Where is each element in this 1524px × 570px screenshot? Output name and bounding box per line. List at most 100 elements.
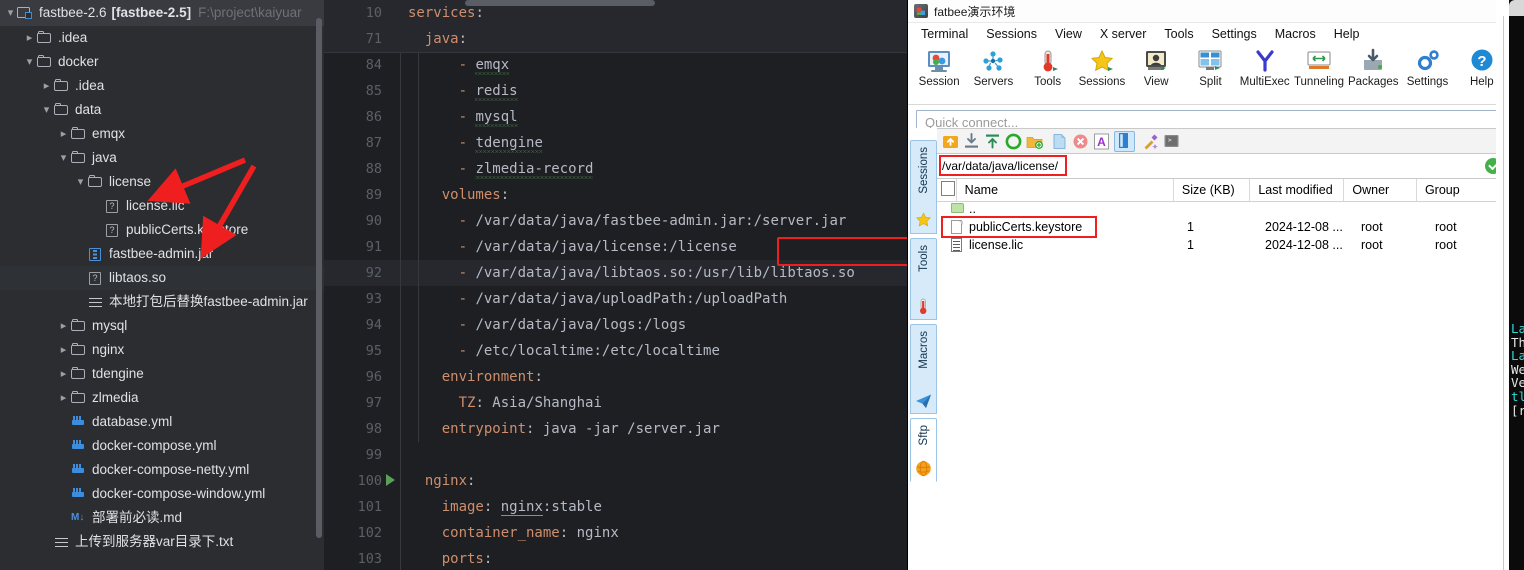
tree-item-md[interactable]: 部署前必读.md xyxy=(0,506,324,530)
file-row[interactable]: publicCerts.keystore 1 2024-12-08 ... root r… xyxy=(937,216,1510,238)
side-tab-sftp[interactable]: Sftp xyxy=(910,418,937,482)
tree-item-tdengine[interactable]: tdengine xyxy=(0,362,324,386)
file-list-rows[interactable]: .. publicCerts.keystore 1 2024-12-08 ... roo… xyxy=(937,202,1510,254)
code-editor[interactable]: 10 services: 71 java: 84 - emqx 85 - redis 8… xyxy=(324,0,907,570)
toolbar-button-view[interactable]: View xyxy=(1129,48,1183,88)
toolbar-button-packages[interactable]: Packages xyxy=(1346,48,1400,88)
code-line-86[interactable]: 86 - mysql xyxy=(324,104,907,130)
menu-item-terminal[interactable]: Terminal xyxy=(912,25,977,43)
code-line-88[interactable]: 88 - zlmedia-record xyxy=(324,156,907,182)
tree-item-var-txt[interactable]: 上传到服务器var目录下.txt xyxy=(0,530,324,554)
code-line-95[interactable]: 95 - /etc/localtime:/etc/localtime xyxy=(324,338,907,364)
menu-item-tools[interactable]: Tools xyxy=(1155,25,1202,43)
code-line-97[interactable]: 97 TZ: Asia/Shanghai xyxy=(324,390,907,416)
chevron-down-icon[interactable] xyxy=(74,170,87,194)
new-folder-icon[interactable] xyxy=(1026,133,1043,150)
refresh-icon[interactable] xyxy=(1005,133,1022,150)
tree-item-nginx[interactable]: nginx xyxy=(0,338,324,362)
code-line-84[interactable]: 84 - emqx xyxy=(324,52,907,78)
code-line-102[interactable]: 102 container_name: nginx xyxy=(324,520,907,546)
toolbar-button-tools[interactable]: Tools xyxy=(1021,48,1075,88)
sftp-toolbar[interactable]: A > xyxy=(937,128,1510,154)
tree-item-fastbee-admin-jar[interactable]: fastbee-admin.jar xyxy=(0,242,324,266)
sort-indicator-icon[interactable] xyxy=(937,179,957,201)
code-line-103[interactable]: 103 ports: xyxy=(324,546,907,570)
side-tab-strip[interactable]: « SessionsToolsMacrosSftp xyxy=(908,128,938,570)
sftp-file-browser[interactable]: A > /var/data/java/license/ Name Size (KB… xyxy=(937,128,1510,570)
new-file-icon[interactable] xyxy=(1051,133,1068,150)
project-tree-panel[interactable]: fastbee-2.6 [fastbee-2.5] F:\project\kai… xyxy=(0,0,324,570)
file-list-header[interactable]: Name Size (KB) Last modified Owner Group xyxy=(937,179,1510,202)
code-line-89[interactable]: 89 volumes: xyxy=(324,182,907,208)
tree-item-zlmedia[interactable]: zlmedia xyxy=(0,386,324,410)
toolbar-button-sessions[interactable]: Sessions xyxy=(1075,48,1129,88)
chevron-right-icon[interactable] xyxy=(57,314,70,338)
code-line-93[interactable]: 93 - /var/data/java/uploadPath:/uploadPa… xyxy=(324,286,907,312)
permissions-icon[interactable] xyxy=(1142,133,1159,150)
column-header-owner[interactable]: Owner xyxy=(1344,179,1417,201)
mobaxterm-window[interactable]: fatbee演示环境 Terminal Sessions View X server T… xyxy=(907,0,1510,570)
main-toolbar[interactable]: Session Servers Tools Sessions View Split Mult… xyxy=(908,45,1510,105)
toolbar-button-servers[interactable]: Servers xyxy=(966,48,1020,88)
editor-horizontal-scrollbar[interactable] xyxy=(465,0,655,6)
tree-item-license-lic[interactable]: license.lic xyxy=(0,194,324,218)
code-line-94[interactable]: 94 - /var/data/java/logs:/logs xyxy=(324,312,907,338)
menu-item-sessions[interactable]: Sessions xyxy=(977,25,1046,43)
tree-item-mysql[interactable]: mysql xyxy=(0,314,324,338)
tree-item-emqx[interactable]: emqx xyxy=(0,122,324,146)
code-lines[interactable]: 84 - emqx 85 - redis 86 - mysql 87 - tdengi… xyxy=(324,52,907,570)
chevron-down-icon[interactable] xyxy=(57,146,70,170)
terminal-pane[interactable] xyxy=(1509,0,1524,570)
tree-item-docker-compose-window-yml[interactable]: docker-compose-window.yml xyxy=(0,482,324,506)
menu-item-settings[interactable]: Settings xyxy=(1203,25,1266,43)
tree-item-license[interactable]: license xyxy=(0,170,324,194)
toolbar-button-multiexec[interactable]: MultiExec xyxy=(1238,48,1292,88)
upload-icon[interactable] xyxy=(984,133,1001,150)
file-row[interactable]: .. xyxy=(937,202,1510,216)
tree-item-data[interactable]: data xyxy=(0,98,324,122)
code-line-96[interactable]: 96 environment: xyxy=(324,364,907,390)
code-line-101[interactable]: 101 image: nginx:stable xyxy=(324,494,907,520)
tree-vertical-scrollbar[interactable] xyxy=(316,18,322,538)
file-name-cell[interactable]: license.lic xyxy=(937,236,1179,254)
chevron-right-icon[interactable] xyxy=(23,26,36,50)
terminal-icon[interactable]: > xyxy=(1163,133,1180,150)
toolbar-button-split[interactable]: Split xyxy=(1183,48,1237,88)
chevron-right-icon[interactable] xyxy=(57,362,70,386)
binary-mode-icon[interactable] xyxy=(1114,130,1135,152)
chevron-right-icon[interactable] xyxy=(57,338,70,362)
remote-path-bar[interactable]: /var/data/java/license/ xyxy=(937,154,1510,179)
column-header-name[interactable]: Name xyxy=(957,179,1174,201)
tree-item-list[interactable]: .idea docker .idea data emqx java license licen… xyxy=(0,26,324,554)
menu-item-macros[interactable]: Macros xyxy=(1266,25,1325,43)
terminal-tab[interactable] xyxy=(1509,0,1524,16)
code-line-87[interactable]: 87 - tdengine xyxy=(324,130,907,156)
column-header-size[interactable]: Size (KB) xyxy=(1174,179,1251,201)
code-line-100[interactable]: 100 nginx: xyxy=(324,468,907,494)
tree-item-idea[interactable]: .idea xyxy=(0,74,324,98)
code-line-90[interactable]: 90 - /var/data/java/fastbee-admin.jar:/s… xyxy=(324,208,907,234)
tree-item-publiccerts-keystore[interactable]: publicCerts.keystore xyxy=(0,218,324,242)
side-tab-macros[interactable]: Macros xyxy=(910,324,937,414)
tree-item-docker-compose-netty-yml[interactable]: docker-compose-netty.yml xyxy=(0,458,324,482)
delete-icon[interactable] xyxy=(1072,133,1089,150)
tree-item-docker-compose-yml[interactable]: docker-compose.yml xyxy=(0,434,324,458)
toolbar-button-tunneling[interactable]: Tunneling xyxy=(1292,48,1346,88)
chevron-down-icon[interactable] xyxy=(40,98,53,122)
side-tab-tools[interactable]: Tools xyxy=(910,238,937,320)
download-icon[interactable] xyxy=(963,132,980,150)
chevron-down-icon[interactable] xyxy=(4,1,17,25)
chevron-down-icon[interactable] xyxy=(23,50,36,74)
code-line-85[interactable]: 85 - redis xyxy=(324,78,907,104)
toolbar-button-settings[interactable]: Settings xyxy=(1400,48,1454,88)
tree-item-fastbee-admin-jar[interactable]: 本地打包后替换fastbee-admin.jar xyxy=(0,290,324,314)
menu-bar[interactable]: Terminal Sessions View X server Tools Setting… xyxy=(908,23,1510,45)
code-line-99[interactable]: 99 xyxy=(324,442,907,468)
text-mode-icon[interactable]: A xyxy=(1093,133,1110,150)
tree-row-project-root[interactable]: fastbee-2.6 [fastbee-2.5] F:\project\kai… xyxy=(0,0,324,26)
run-gutter-icon[interactable] xyxy=(386,474,395,486)
code-line-98[interactable]: 98 entrypoint: java -jar /server.jar xyxy=(324,416,907,442)
side-tab-sessions[interactable]: Sessions xyxy=(910,140,937,234)
menu-item-help[interactable]: Help xyxy=(1325,25,1369,43)
column-header-modified[interactable]: Last modified xyxy=(1250,179,1345,201)
